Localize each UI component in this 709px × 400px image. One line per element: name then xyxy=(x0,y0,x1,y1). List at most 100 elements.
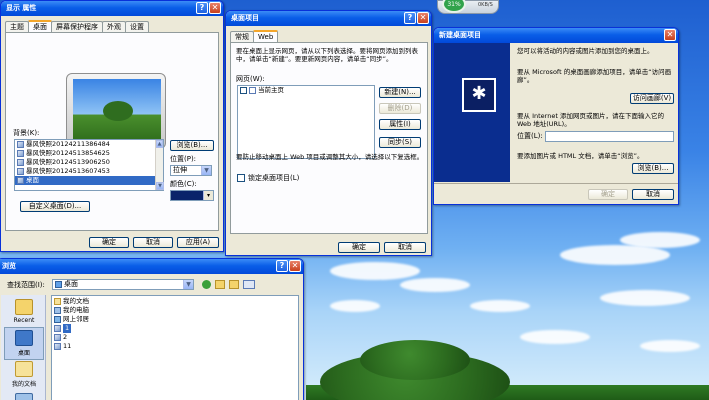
list-item[interactable]: 当前主页 xyxy=(238,86,374,95)
places-bar: Recent 桌面 我的文档 xyxy=(1,295,46,400)
desktop-folder-icon xyxy=(55,281,62,288)
customize-desktop-button[interactable]: 自定义桌面(D)... xyxy=(20,201,90,212)
background-list[interactable]: 暴风快照20124211386484 暴风快照20124513854625 暴风… xyxy=(14,139,164,191)
my-computer-icon xyxy=(15,393,33,400)
tab-general[interactable]: 常规 xyxy=(230,31,254,42)
new-webpage-button[interactable]: 新建(N)... xyxy=(379,87,421,98)
webpages-list[interactable]: 当前主页 xyxy=(237,85,375,159)
window-title: 浏览 xyxy=(2,262,16,270)
title-bar[interactable]: 显示 属性 ? ✕ xyxy=(1,1,223,16)
list-item[interactable]: 网上邻居 xyxy=(52,315,298,324)
title-bar[interactable]: 桌面项目 ? ✕ xyxy=(226,11,431,26)
window-title: 显示 属性 xyxy=(6,4,37,12)
tab-desktop[interactable]: 桌面 xyxy=(28,20,52,32)
help-button[interactable]: ? xyxy=(196,2,208,14)
place-desktop[interactable]: 桌面 xyxy=(4,327,44,360)
list-item[interactable]: 暴风快照20124513854625 xyxy=(15,149,163,158)
webpage-icon xyxy=(249,87,256,94)
network-places-icon xyxy=(54,316,61,323)
close-button[interactable]: ✕ xyxy=(209,2,221,14)
title-bar[interactable]: 浏览 ? ✕ xyxy=(0,259,303,274)
browse-button[interactable]: 浏览(B)... xyxy=(632,163,674,174)
divider xyxy=(434,183,678,184)
place-recent[interactable]: Recent xyxy=(4,299,44,324)
html-text: 要添加图片或 HTML 文档，请单击“浏览”。 xyxy=(517,152,644,160)
bitmap-icon xyxy=(17,159,24,166)
lock-desktop-items-checkbox[interactable] xyxy=(237,174,245,182)
list-item[interactable]: 暴风快照20124211386484 xyxy=(15,140,163,149)
wizard-banner: ✱ xyxy=(434,43,510,182)
close-button[interactable]: ✕ xyxy=(289,260,301,272)
webpage-checkbox[interactable] xyxy=(240,87,247,94)
place-my-documents[interactable]: 我的文档 xyxy=(4,361,44,388)
place-my-computer[interactable] xyxy=(4,393,44,400)
list-item[interactable]: 暴风快照20124513906250 xyxy=(15,158,163,167)
webpages-label: 网页(W): xyxy=(236,75,265,83)
my-documents-icon xyxy=(15,361,33,377)
list-item[interactable]: 11 xyxy=(52,342,298,351)
list-item[interactable]: 我的电脑 xyxy=(52,306,298,315)
intro-text: 您可以将活动的内容或图片添加到您的桌面上。 xyxy=(517,47,654,55)
tab-screensaver[interactable]: 屏幕保护程序 xyxy=(51,21,103,32)
title-bar[interactable]: 新建桌面项目 ✕ xyxy=(434,28,678,43)
list-item[interactable]: 暴风快照20124513607453 xyxy=(15,167,163,176)
desktop-tab-panel: 背景(K): 暴风快照20124211386484 暴风快照2012451385… xyxy=(5,32,219,231)
network-meter-gadget: 31% 0KB/S xyxy=(437,0,499,14)
ok-button[interactable]: 确定 xyxy=(588,189,628,200)
scroll-down-icon[interactable]: ▼ xyxy=(156,182,164,190)
lock-desktop-items-label[interactable]: 锁定桌面项目(L) xyxy=(248,174,299,183)
cancel-button[interactable]: 取消 xyxy=(133,237,173,248)
speed-readout: 0KB/S xyxy=(478,2,493,8)
cancel-button[interactable]: 取消 xyxy=(384,242,426,253)
cancel-button[interactable]: 取消 xyxy=(632,189,674,200)
close-button[interactable]: ✕ xyxy=(664,29,676,41)
go-back-icon[interactable] xyxy=(202,280,211,289)
help-button[interactable]: ? xyxy=(404,12,416,24)
gallery-text: 要从 Microsoft 的桌面画廊添加项目，请单击“访问画廊”。 xyxy=(517,68,672,84)
up-folder-icon[interactable] xyxy=(215,280,225,289)
list-item[interactable]: 桌面 xyxy=(15,176,163,185)
list-scrollbar[interactable]: ▲ ▼ xyxy=(155,140,164,190)
ok-button[interactable]: 确定 xyxy=(89,237,129,248)
scroll-up-icon[interactable]: ▲ xyxy=(156,140,163,148)
new-desktop-item-window: 新建桌面项目 ✕ ✱ 您可以将活动的内容或图片添加到您的桌面上。 要从 Micr… xyxy=(433,27,679,205)
color-picker-button[interactable]: ▾ xyxy=(170,190,214,201)
tab-web[interactable]: Web xyxy=(253,30,279,42)
tab-themes[interactable]: 主题 xyxy=(5,21,29,32)
web-tab-panel: 要在桌面上显示网页，请从以下列表选择。要将网页添加到列表中，请单击“新建”。要更… xyxy=(230,42,428,234)
color-label: 颜色(C): xyxy=(170,180,197,188)
file-list[interactable]: 我的文档 我的电脑 网上邻居 1 2 11 xyxy=(51,295,299,400)
tab-appearance[interactable]: 外观 xyxy=(102,21,126,32)
chevron-down-icon: ▾ xyxy=(203,191,213,200)
view-menu-icon[interactable] xyxy=(243,280,255,289)
webpage-properties-button[interactable]: 属性(I) xyxy=(379,119,421,130)
bitmap-icon xyxy=(54,325,61,332)
bitmap-icon xyxy=(54,334,61,341)
lookin-dropdown[interactable]: 桌面 ▼ xyxy=(52,279,194,290)
bitmap-icon xyxy=(17,141,24,148)
background-label: 背景(K): xyxy=(13,129,40,137)
tab-settings[interactable]: 设置 xyxy=(125,21,149,32)
location-input[interactable] xyxy=(545,131,674,142)
bitmap-icon xyxy=(17,177,24,184)
position-label: 位置(P): xyxy=(170,155,197,163)
browse-button[interactable]: 浏览(B)... xyxy=(170,140,214,151)
list-item[interactable]: 我的文档 xyxy=(52,297,298,306)
my-documents-icon xyxy=(54,298,61,305)
position-dropdown[interactable]: 拉伸 ▼ xyxy=(170,165,212,176)
apply-button[interactable]: 应用(A) xyxy=(177,237,219,248)
list-item[interactable]: 2 xyxy=(52,333,298,342)
ok-button[interactable]: 确定 xyxy=(338,242,380,253)
sync-button[interactable]: 同步(S) xyxy=(379,137,421,148)
visit-gallery-button[interactable]: 访问画廊(V) xyxy=(630,93,674,104)
list-item[interactable]: 1 xyxy=(52,324,298,333)
delete-webpage-button[interactable]: 删除(D) xyxy=(379,103,421,114)
new-folder-icon[interactable] xyxy=(229,280,239,289)
window-title: 桌面项目 xyxy=(231,14,259,22)
browse-window: 浏览 ? ✕ 查找范围(I): 桌面 ▼ Recent 桌面 我的文档 我的文档 xyxy=(0,258,304,400)
percent-gauge: 31% xyxy=(442,0,466,13)
lock-hint: 要防止移动桌面上 Web 项目或调整其大小，请选择以下复选框。 xyxy=(236,153,424,161)
help-button[interactable]: ? xyxy=(276,260,288,272)
close-button[interactable]: ✕ xyxy=(417,12,429,24)
bitmap-icon xyxy=(17,168,24,175)
